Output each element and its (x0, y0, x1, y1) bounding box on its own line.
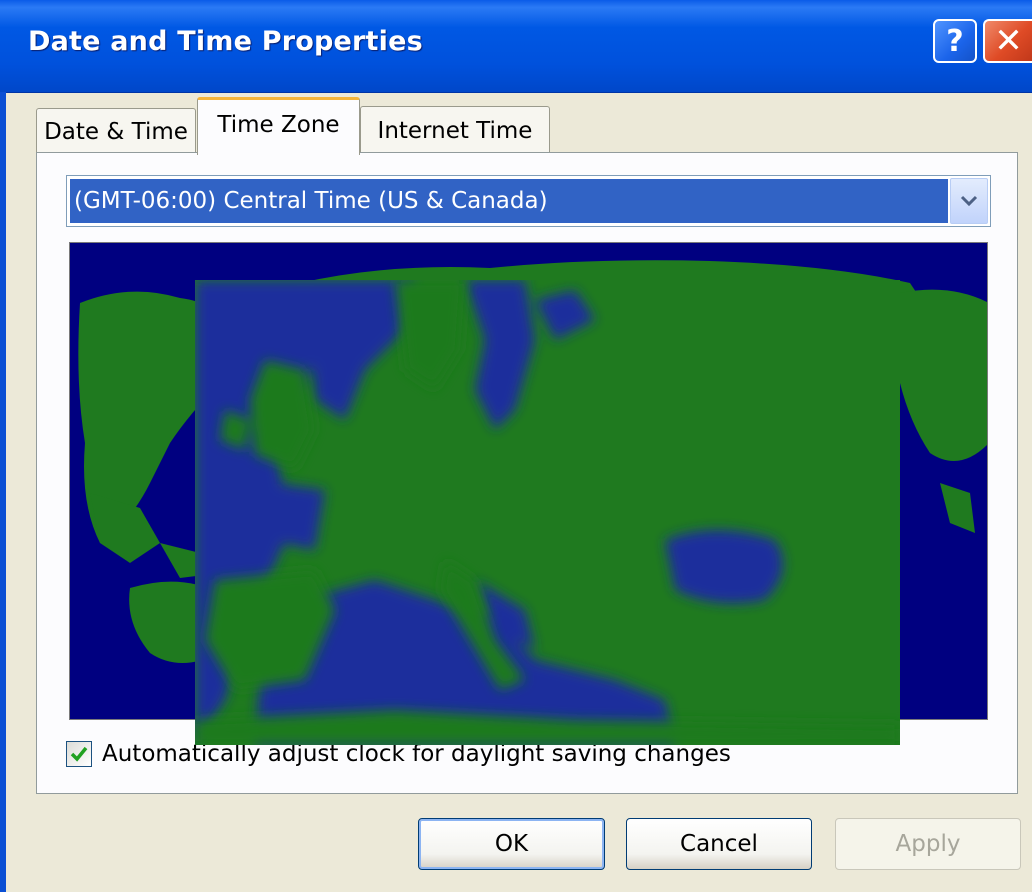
tab-time-zone[interactable]: Time Zone (197, 97, 360, 155)
title-bar[interactable]: Date and Time Properties ? ✕ (0, 0, 1032, 93)
apply-button[interactable]: Apply (835, 818, 1021, 870)
help-button[interactable]: ? (933, 19, 977, 63)
help-icon: ? (946, 23, 964, 59)
close-button[interactable]: ✕ (983, 19, 1032, 63)
window-border-left (0, 92, 6, 892)
tab-date-time[interactable]: Date & Time (36, 108, 196, 154)
chevron-down-icon (960, 195, 978, 207)
tab-label: Time Zone (217, 112, 340, 138)
map-zoom-inset (195, 280, 900, 745)
timezone-select[interactable]: (GMT-06:00) Central Time (US & Canada) (66, 175, 991, 227)
europe-zoom-graphic (195, 280, 900, 745)
timezone-selected-value[interactable]: (GMT-06:00) Central Time (US & Canada) (70, 179, 948, 223)
tab-label: Internet Time (377, 117, 533, 144)
apply-button-label: Apply (895, 831, 961, 857)
close-icon: ✕ (994, 21, 1023, 61)
tab-label: Date & Time (44, 118, 188, 145)
window-title: Date and Time Properties (28, 26, 423, 57)
cancel-button[interactable]: Cancel (626, 818, 812, 870)
cancel-button-label: Cancel (680, 831, 758, 857)
checkmark-icon (70, 746, 88, 762)
dropdown-arrow-button[interactable] (950, 178, 988, 224)
tab-internet-time[interactable]: Internet Time (360, 106, 550, 154)
ok-button-label: OK (494, 831, 529, 857)
daylight-saving-checkbox[interactable] (66, 741, 92, 767)
ok-button[interactable]: OK (418, 818, 605, 870)
